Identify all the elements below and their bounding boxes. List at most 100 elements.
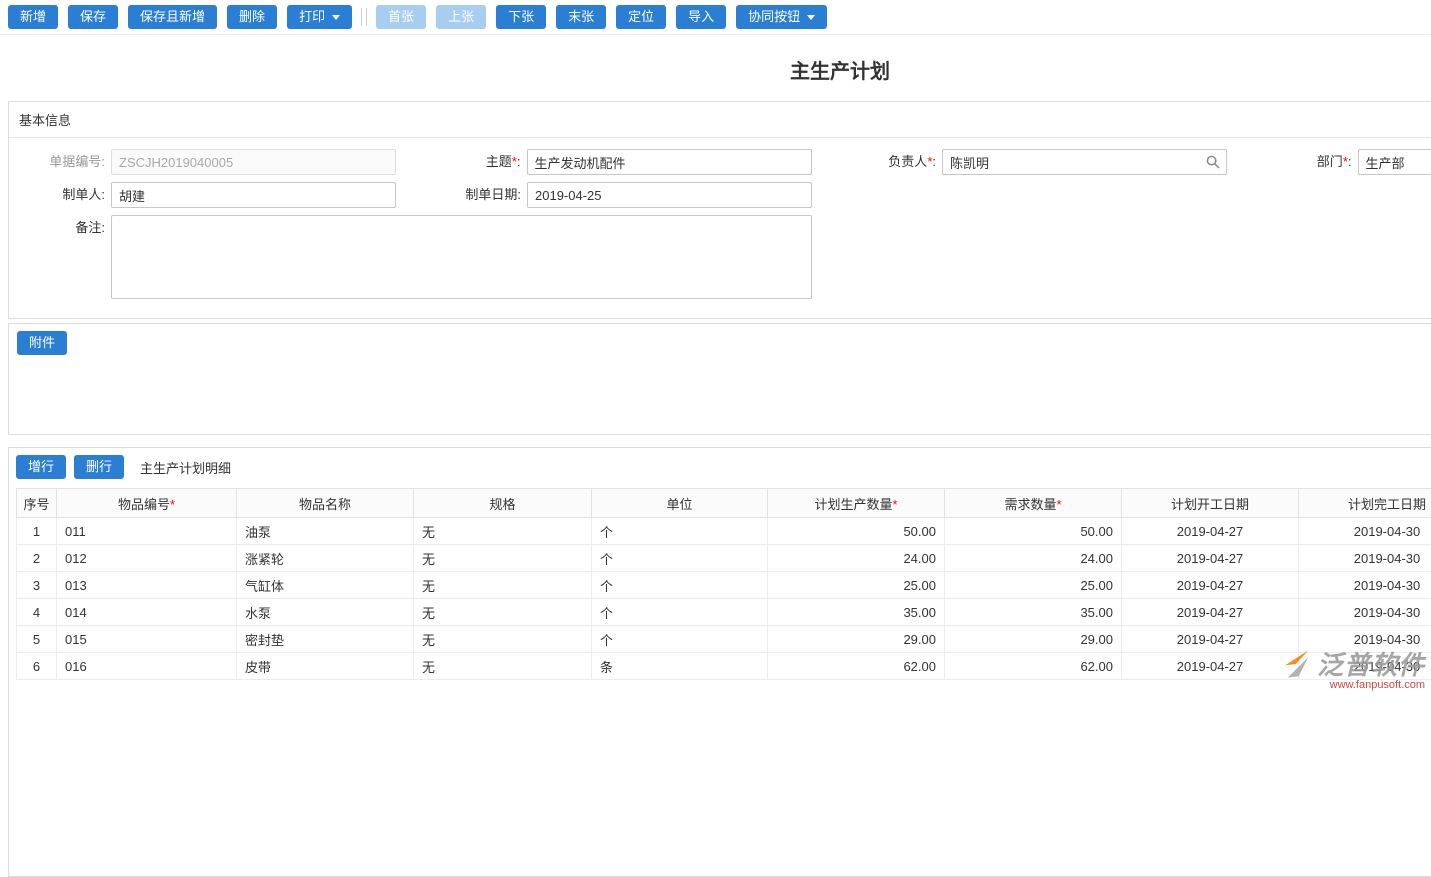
cell-plan_start: 2019-04-27: [1122, 572, 1299, 599]
cell-seq: 4: [17, 599, 57, 626]
cell-plan_finish: 2019-04-30: [1299, 572, 1431, 599]
add-row-button[interactable]: 增行: [16, 455, 66, 479]
doc-no-label: 单据编号:: [9, 149, 105, 175]
table-row[interactable]: 3013气缸体无个25.0025.002019-04-272019-04-30: [17, 572, 1431, 599]
cell-seq: 3: [17, 572, 57, 599]
field-subject: 主题*:: [425, 149, 841, 175]
cell-plan_qty: 50.00: [768, 518, 945, 545]
table-row[interactable]: 4014水泵无个35.0035.002019-04-272019-04-30: [17, 599, 1431, 626]
remark-textarea[interactable]: [111, 215, 812, 299]
toolbar-button-8[interactable]: 下张: [496, 5, 546, 29]
toolbar-button-label: 协同按钮: [748, 6, 800, 28]
department-input[interactable]: [1358, 149, 1431, 175]
table-row[interactable]: 6016皮带无条62.0062.002019-04-272019-04-30: [17, 653, 1431, 680]
cell-spec: 无: [414, 572, 592, 599]
cell-item_code: 014: [57, 599, 237, 626]
toolbar-button-label: 定位: [628, 6, 654, 28]
doc-no-input[interactable]: [111, 149, 396, 175]
doc-no-control: [111, 149, 396, 175]
cell-demand_qty: 62.00: [945, 653, 1122, 680]
cell-item_code: 015: [57, 626, 237, 653]
column-header-item_code: 物品编号*: [57, 489, 237, 518]
toolbar-button-12[interactable]: 协同按钮: [736, 5, 827, 29]
cell-plan_start: 2019-04-27: [1122, 518, 1299, 545]
toolbar-button-3[interactable]: 保存且新增: [128, 5, 217, 29]
toolbar-separator: [366, 8, 367, 26]
department-label: 部门*:: [1256, 149, 1352, 175]
cell-unit: 个: [592, 518, 768, 545]
cell-plan_finish: 2019-04-30: [1299, 545, 1431, 572]
field-create-date: 制单日期:: [425, 182, 841, 208]
search-icon[interactable]: [1206, 155, 1220, 169]
cell-item_name: 油泵: [237, 518, 414, 545]
toolbar-button-5[interactable]: 打印: [287, 5, 352, 29]
cell-item_name: 水泵: [237, 599, 414, 626]
form-row-1: 单据编号: 主题*: 负责人*:: [9, 149, 1431, 175]
department-control: [1358, 149, 1431, 175]
basic-info-form: 单据编号: 主题*: 负责人*:: [9, 138, 1431, 318]
field-creator: 制单人:: [9, 182, 425, 208]
column-header-unit: 单位: [592, 489, 768, 518]
toolbar-button-9[interactable]: 末张: [556, 5, 606, 29]
cell-spec: 无: [414, 653, 592, 680]
cell-unit: 个: [592, 626, 768, 653]
toolbar-button-1[interactable]: 新增: [8, 5, 58, 29]
cell-unit: 个: [592, 545, 768, 572]
table-row[interactable]: 1011油泵无个50.0050.002019-04-272019-04-30: [17, 518, 1431, 545]
creator-input[interactable]: [111, 182, 396, 208]
cell-plan_qty: 25.00: [768, 572, 945, 599]
detail-panel: 增行 删行 主生产计划明细 序号物品编号*物品名称规格单位计划生产数量*需求数量…: [8, 447, 1431, 877]
creator-label: 制单人:: [9, 182, 105, 208]
cell-seq: 1: [17, 518, 57, 545]
subject-control: [527, 149, 812, 175]
table-row[interactable]: 5015密封垫无个29.0029.002019-04-272019-04-30: [17, 626, 1431, 653]
cell-plan_start: 2019-04-27: [1122, 653, 1299, 680]
cell-demand_qty: 50.00: [945, 518, 1122, 545]
cell-spec: 无: [414, 545, 592, 572]
toolbar-button-11[interactable]: 导入: [676, 5, 726, 29]
cell-spec: 无: [414, 626, 592, 653]
cell-plan_start: 2019-04-27: [1122, 599, 1299, 626]
required-asterisk: *: [892, 497, 897, 512]
toolbar-button-label: 上张: [448, 6, 474, 28]
toolbar-button-6[interactable]: 首张: [376, 5, 426, 29]
cell-unit: 个: [592, 572, 768, 599]
cell-item_name: 涨紧轮: [237, 545, 414, 572]
cell-demand_qty: 25.00: [945, 572, 1122, 599]
cell-item_code: 013: [57, 572, 237, 599]
subject-input[interactable]: [527, 149, 812, 175]
attachment-button[interactable]: 附件: [17, 331, 67, 355]
cell-unit: 个: [592, 599, 768, 626]
toolbar-button-2[interactable]: 保存: [68, 5, 118, 29]
column-header-demand_qty: 需求数量*: [945, 489, 1122, 518]
dropdown-caret-icon: [332, 15, 340, 20]
owner-control: [942, 149, 1227, 175]
cell-item_name: 气缸体: [237, 572, 414, 599]
column-header-plan_qty: 计划生产数量*: [768, 489, 945, 518]
toolbar-button-10[interactable]: 定位: [616, 5, 666, 29]
detail-header-row: 序号物品编号*物品名称规格单位计划生产数量*需求数量*计划开工日期计划完工日期: [17, 489, 1431, 518]
cell-plan_qty: 35.00: [768, 599, 945, 626]
detail-tbody: 1011油泵无个50.0050.002019-04-272019-04-3020…: [17, 518, 1431, 680]
cell-plan_finish: 2019-04-30: [1299, 518, 1431, 545]
create-date-control: [527, 182, 812, 208]
attachment-panel: 附件: [8, 323, 1431, 435]
create-date-input[interactable]: [527, 182, 812, 208]
toolbar-group-2: 首张上张下张末张 定位 导入 协同按钮: [376, 5, 827, 29]
toolbar-button-label: 新增: [20, 6, 46, 28]
title-bar: 主生产计划: [0, 35, 1431, 101]
toolbar-button-label: 末张: [568, 6, 594, 28]
toolbar-button-4[interactable]: 删除: [227, 5, 277, 29]
toolbar-button-label: 导入: [688, 6, 714, 28]
toolbar: 新增保存保存且新增删除打印 首张上张下张末张 定位 导入 协同按钮: [0, 0, 1431, 35]
detail-section-title: 主生产计划明细: [140, 458, 231, 477]
cell-spec: 无: [414, 599, 592, 626]
toolbar-button-7[interactable]: 上张: [436, 5, 486, 29]
table-row[interactable]: 2012涨紧轮无个24.0024.002019-04-272019-04-30: [17, 545, 1431, 572]
cell-item_code: 016: [57, 653, 237, 680]
toolbar-separator: [361, 8, 362, 26]
owner-input[interactable]: [942, 149, 1227, 175]
cell-item_code: 011: [57, 518, 237, 545]
delete-row-button[interactable]: 删行: [74, 455, 124, 479]
cell-seq: 6: [17, 653, 57, 680]
